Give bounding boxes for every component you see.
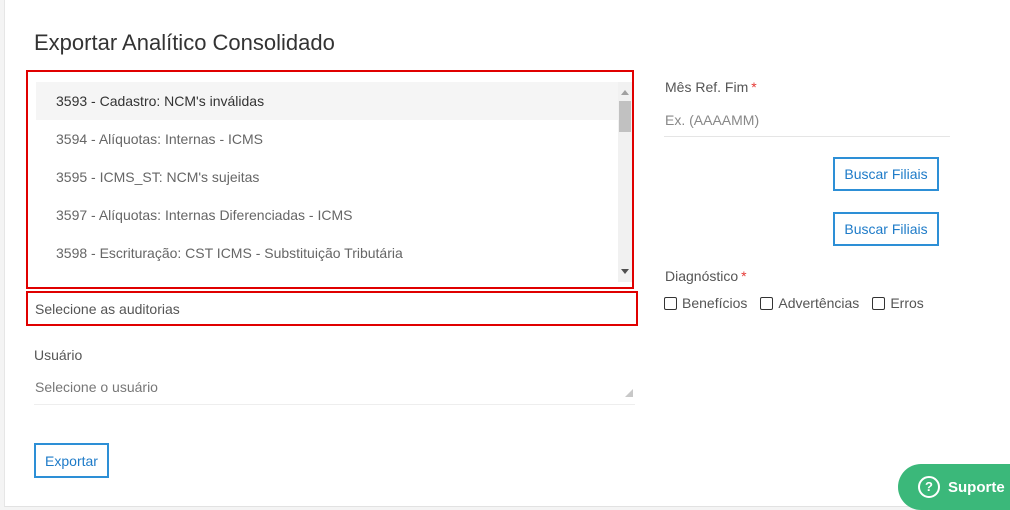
mes-ref-fim-label-text: Mês Ref. Fim: [665, 79, 749, 95]
scroll-down-icon[interactable]: [621, 269, 629, 274]
usuario-label: Usuário: [34, 347, 83, 363]
scroll-up-icon[interactable]: [621, 90, 629, 95]
mes-ref-fim-input[interactable]: Ex. (AAAAMM): [665, 112, 759, 128]
beneficios-checkbox[interactable]: [664, 296, 677, 310]
auditoria-option[interactable]: 3597 - Alíquotas: Internas Diferenciadas…: [36, 196, 618, 234]
auditoria-option[interactable]: 3595 - ICMS_ST: NCM's sujeitas: [36, 158, 618, 196]
page-title: Exportar Analítico Consolidado: [34, 30, 335, 55]
required-mark: *: [751, 79, 757, 95]
buscar-filiais-button[interactable]: Buscar Filiais: [833, 157, 939, 191]
auditoria-option[interactable]: 3594 - Alíquotas: Internas - ICMS: [36, 120, 618, 158]
auditoria-option[interactable]: 3598 - Escrituração: CST ICMS - Substitu…: [36, 234, 618, 272]
diagnostico-label-text: Diagnóstico: [665, 268, 739, 284]
scrollbar-thumb[interactable]: [619, 101, 631, 132]
diagnostico-options: Benefícios Advertências Erros: [664, 295, 937, 311]
usuario-select[interactable]: Selecione o usuário: [35, 379, 158, 395]
support-label: Suporte: [948, 478, 1005, 496]
advertencias-label: Advertências: [778, 295, 860, 311]
required-mark: *: [741, 268, 747, 284]
erros-label: Erros: [890, 295, 924, 311]
auditorias-options: 3593 - Cadastro: NCM's inválidas 3594 - …: [36, 82, 618, 282]
auditorias-placeholder: Selecione as auditorias: [35, 301, 180, 317]
export-button[interactable]: Exportar: [34, 443, 109, 478]
usuario-underline: [34, 404, 635, 405]
beneficios-option[interactable]: Benefícios: [664, 295, 747, 311]
erros-option[interactable]: Erros: [872, 295, 924, 311]
mes-ref-fim-label: Mês Ref. Fim *: [665, 79, 757, 95]
dropdown-scrollbar[interactable]: [618, 82, 632, 282]
resize-handle-icon[interactable]: [625, 389, 633, 397]
buscar-filiais-button[interactable]: Buscar Filiais: [833, 212, 939, 246]
advertencias-checkbox[interactable]: [760, 296, 774, 310]
auditorias-select[interactable]: Selecione as auditorias: [26, 291, 638, 326]
mes-ref-fim-underline: [664, 136, 950, 137]
advertencias-option[interactable]: Advertências: [760, 295, 859, 311]
erros-checkbox[interactable]: [872, 296, 886, 310]
beneficios-label: Benefícios: [682, 295, 748, 311]
auditoria-option[interactable]: 3593 - Cadastro: NCM's inválidas: [36, 82, 618, 120]
question-icon: ?: [918, 476, 940, 498]
diagnostico-label: Diagnóstico *: [665, 268, 747, 284]
support-button[interactable]: ? Suporte: [898, 464, 1010, 510]
auditorias-dropdown-list[interactable]: 3593 - Cadastro: NCM's inválidas 3594 - …: [26, 70, 634, 289]
